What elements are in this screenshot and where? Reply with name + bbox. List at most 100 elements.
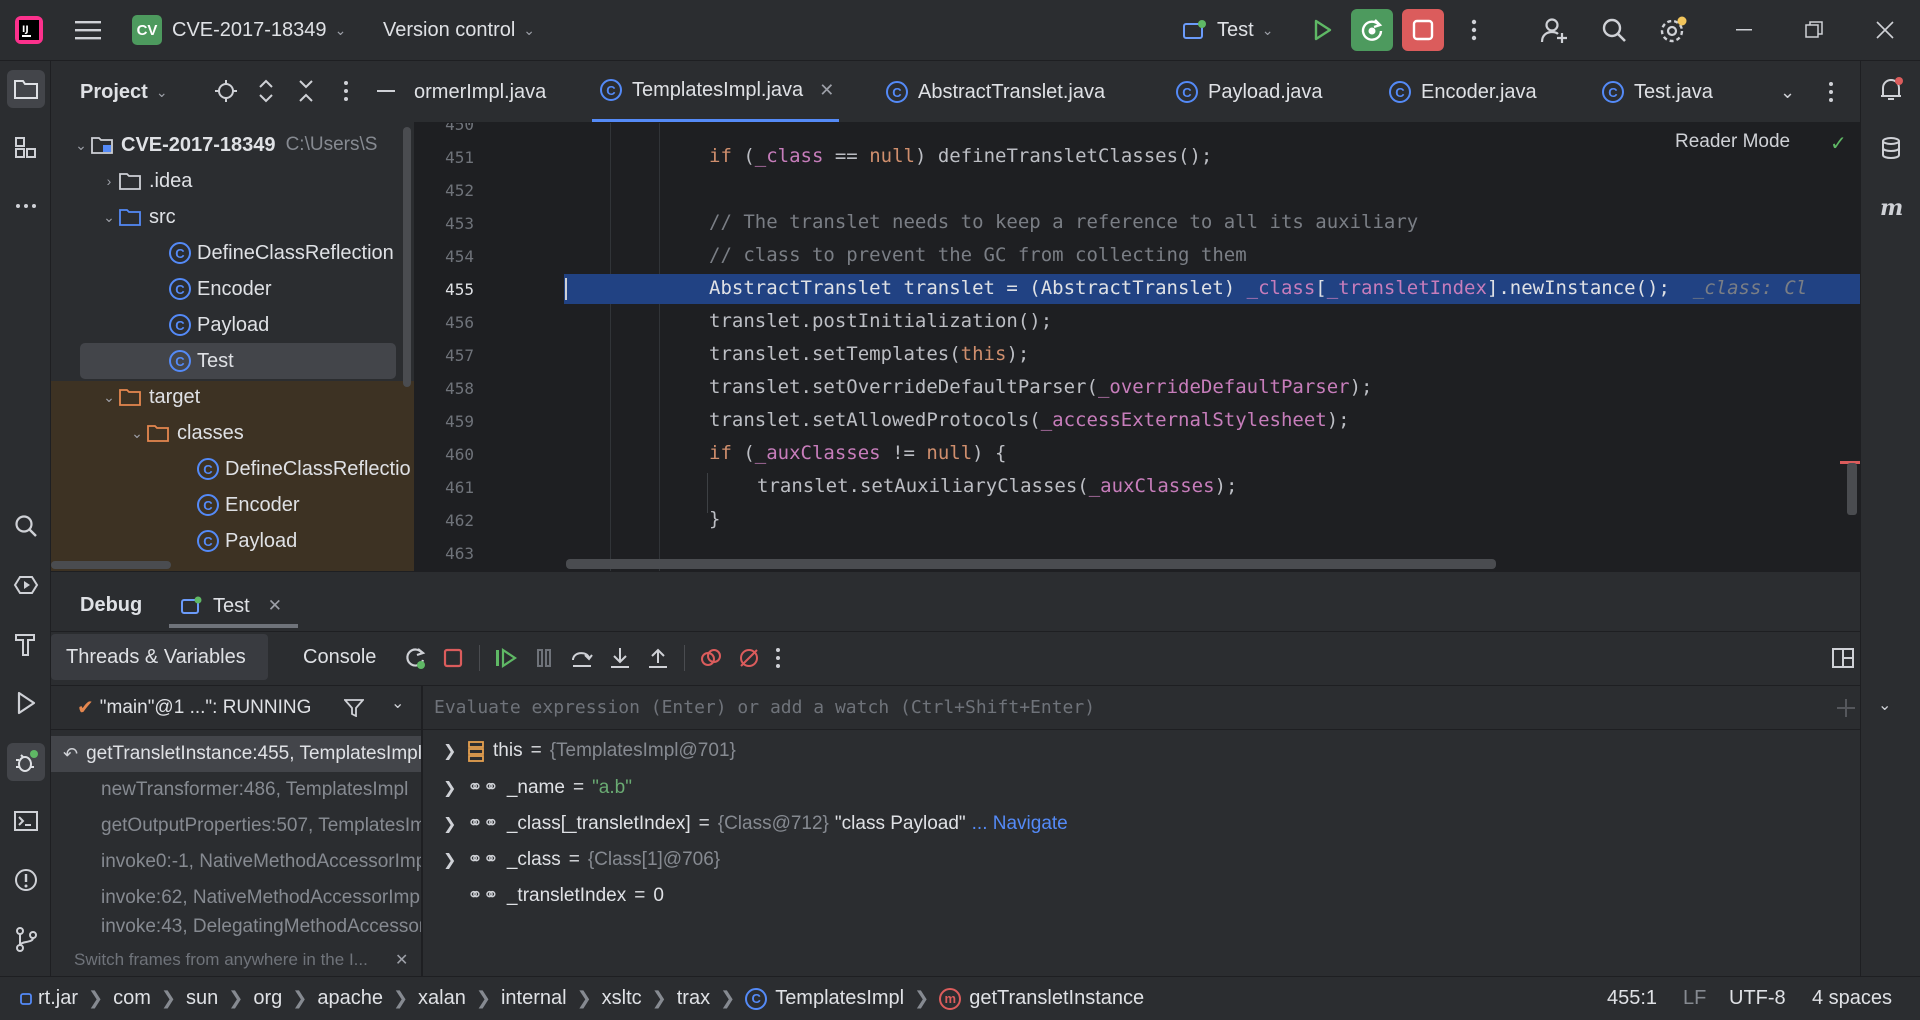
breadcrumb-item[interactable]: com — [113, 987, 151, 1010]
reader-mode-button[interactable]: Reader Mode — [1675, 131, 1790, 153]
maven-tool-button[interactable]: m — [1872, 188, 1910, 226]
resume-icon[interactable] — [494, 646, 518, 670]
view-breakpoints-icon[interactable] — [699, 646, 723, 670]
variable-row-class[interactable]: ❯ ⚭⚭ _class = {Class[1]@706} — [443, 848, 720, 871]
chevron-down-icon[interactable]: ⌄ — [71, 137, 91, 154]
variable-row-class-index[interactable]: ❯ ⚭⚭ _class[_transletIndex] = {Class@712… — [443, 812, 1068, 835]
breadcrumb-item[interactable]: xalan — [418, 987, 466, 1010]
run-button[interactable] — [1301, 9, 1343, 51]
variable-row-this[interactable]: ❯ this = {TemplatesImpl@701} — [443, 740, 736, 762]
tree-item-class[interactable]: C DefineClassReflection — [51, 235, 414, 271]
breadcrumb-item[interactable]: xsltc — [602, 987, 642, 1010]
editor-horizontal-scrollbar[interactable] — [566, 559, 1496, 569]
rerun-icon[interactable] — [403, 646, 427, 670]
step-into-icon[interactable] — [608, 646, 632, 670]
tree-item-idea[interactable]: › .idea — [51, 163, 414, 199]
tab-list-dropdown[interactable]: ⌄ — [1780, 61, 1795, 122]
vcs-selector[interactable]: Version control ⌄ — [383, 0, 535, 61]
layout-icon[interactable] — [1832, 648, 1854, 668]
frame-item[interactable]: invoke:62, NativeMethodAccessorImpl — [51, 880, 421, 916]
inspection-ok-icon[interactable]: ✓ — [1830, 131, 1847, 156]
find-tool-button[interactable] — [7, 507, 45, 545]
thread-selector[interactable]: ✔ "main"@1 ...": RUNNING ⌄ — [51, 686, 421, 730]
tree-item-class[interactable]: C Encoder — [51, 271, 414, 307]
breadcrumb-item[interactable]: org — [253, 987, 282, 1010]
evaluate-expression-input[interactable]: Evaluate expression (Enter) or add a wat… — [423, 686, 1891, 730]
chevron-down-icon[interactable]: ⌄ — [127, 425, 147, 442]
stop-icon[interactable] — [441, 646, 465, 670]
debug-session-tab[interactable]: Test ✕ — [169, 588, 298, 628]
tree-item-class[interactable]: C DefineClassReflectio — [51, 451, 414, 487]
navigate-link[interactable]: ... Navigate — [972, 813, 1068, 835]
breadcrumb-item[interactable]: sun — [186, 987, 218, 1010]
tab-templatesimpl[interactable]: C TemplatesImpl.java ✕ — [592, 61, 839, 122]
breadcrumb-item[interactable]: apache — [317, 987, 383, 1010]
git-tool-button[interactable] — [7, 920, 45, 958]
database-tool-button[interactable] — [1872, 129, 1910, 167]
chevron-right-icon[interactable]: ❯ — [443, 778, 467, 798]
tab-test[interactable]: C Test.java — [1602, 61, 1713, 122]
terminal-tool-button[interactable] — [7, 802, 45, 840]
chevron-right-icon[interactable]: ❯ — [443, 741, 467, 761]
frame-item[interactable]: invoke:43, DelegatingMethodAccessorImpl — [51, 916, 421, 942]
structure-tool-button[interactable] — [7, 129, 45, 167]
tab-encoder[interactable]: C Encoder.java — [1389, 61, 1537, 122]
breadcrumb-item[interactable]: rt.jar — [38, 987, 78, 1010]
expand-all-icon[interactable] — [254, 79, 278, 103]
tab-threads-variables[interactable]: Threads & Variables — [51, 634, 268, 680]
search-everywhere-button[interactable] — [1593, 9, 1635, 51]
tree-item-classes[interactable]: ⌄ classes — [51, 415, 414, 451]
close-tab-icon[interactable]: ✕ — [268, 596, 282, 616]
stop-button[interactable] — [1402, 9, 1444, 51]
step-over-icon[interactable] — [570, 646, 594, 670]
vertical-scrollbar[interactable] — [403, 127, 411, 387]
chevron-down-icon[interactable]: ⌄ — [1878, 695, 1891, 715]
step-out-icon[interactable] — [646, 646, 670, 670]
breadcrumb-item[interactable]: internal — [501, 987, 567, 1010]
breadcrumb-item[interactable]: getTransletInstance — [969, 987, 1144, 1010]
variable-row-name[interactable]: ❯ ⚭⚭ _name = "a.b" — [443, 776, 632, 799]
filter-icon[interactable] — [344, 699, 364, 717]
tree-item-project-root[interactable]: ⌄ CVE-2017-18349 C:\Users\S — [51, 127, 414, 163]
run-tool-button[interactable] — [7, 684, 45, 722]
close-window-button[interactable] — [1864, 9, 1906, 51]
more-actions-button[interactable] — [1453, 9, 1495, 51]
caret-position[interactable]: 455:1 — [1607, 987, 1657, 1010]
mute-breakpoints-icon[interactable] — [737, 646, 761, 670]
frame-item-selected[interactable]: ↶ getTransletInstance:455, TemplatesImpl — [51, 736, 421, 772]
indent-setting[interactable]: 4 spaces — [1812, 987, 1892, 1010]
close-tab-icon[interactable]: ✕ — [819, 80, 834, 101]
run-config-selector[interactable]: Test ⌄ — [1183, 0, 1273, 61]
variable-row-translet-index[interactable]: ⚭⚭ _transletIndex = 0 — [467, 884, 664, 907]
tab-transformerimpl[interactable]: ormerImpl.java — [414, 61, 546, 122]
chevron-down-icon[interactable]: ⌄ — [156, 84, 168, 101]
tree-item-src[interactable]: ⌄ src — [51, 199, 414, 235]
main-menu-button[interactable] — [67, 9, 109, 51]
tree-item-class-selected[interactable]: C Test — [80, 343, 396, 379]
code-editor[interactable]: 450 451 452 453 454 455 456 457 458 459 … — [414, 123, 1860, 571]
frame-item[interactable]: invoke0:-1, NativeMethodAccessorImpl — [51, 844, 421, 880]
notifications-button[interactable] — [1872, 70, 1910, 108]
settings-button[interactable] — [1652, 9, 1694, 51]
chevron-down-icon[interactable]: ⌄ — [391, 693, 404, 713]
collapse-all-icon[interactable] — [294, 79, 318, 103]
tree-item-class[interactable]: C Payload — [51, 307, 414, 343]
file-encoding[interactable]: UTF-8 — [1729, 987, 1786, 1010]
tab-more-button[interactable] — [1828, 61, 1834, 122]
tab-payload[interactable]: C Payload.java — [1176, 61, 1323, 122]
line-separator[interactable]: LF — [1683, 987, 1706, 1010]
add-watch-icon[interactable] — [1835, 697, 1857, 719]
chevron-right-icon[interactable]: ❯ — [443, 814, 467, 834]
more-tools-button[interactable] — [7, 187, 45, 225]
services-tool-button[interactable] — [7, 566, 45, 604]
minimize-window-button[interactable] — [1723, 9, 1765, 51]
tree-item-target[interactable]: ⌄ target — [51, 379, 414, 415]
tab-abstracttranslet[interactable]: C AbstractTranslet.java — [886, 61, 1105, 122]
problems-tool-button[interactable] — [7, 861, 45, 899]
breadcrumb-item[interactable]: trax — [677, 987, 710, 1010]
project-selector[interactable]: CV CVE-2017-18349 ⌄ — [132, 0, 346, 61]
editor-vertical-scrollbar[interactable] — [1847, 463, 1857, 515]
build-tool-button[interactable] — [7, 625, 45, 663]
chevron-right-icon[interactable]: › — [99, 173, 119, 189]
chevron-right-icon[interactable]: ❯ — [443, 850, 467, 870]
